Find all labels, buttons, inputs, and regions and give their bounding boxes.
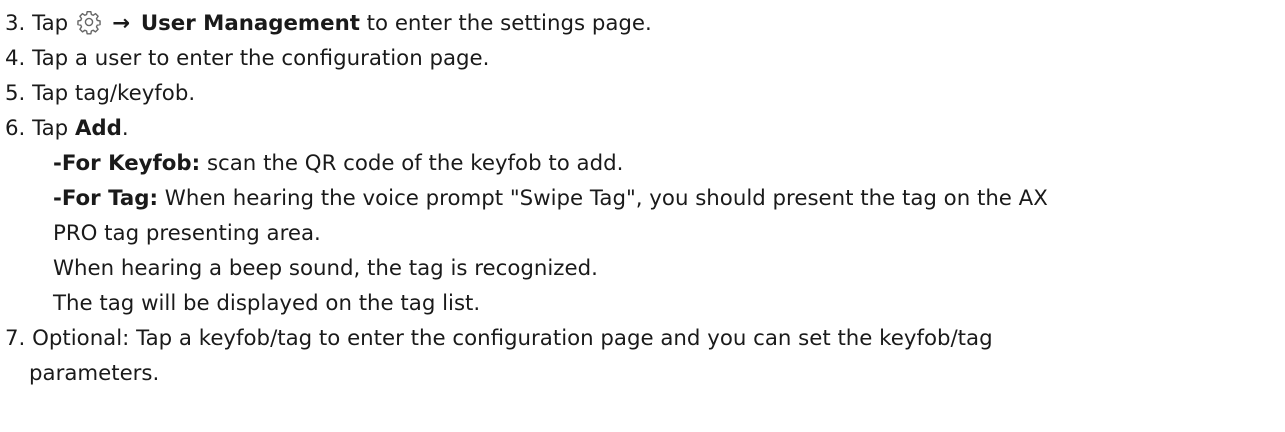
arrow-glyph: → <box>112 11 131 36</box>
step-text-continued: parameters. <box>29 361 160 386</box>
instruction-steps: 3. Tap → User Management to enter the se… <box>5 6 1280 391</box>
step-text-suffix: . <box>121 116 129 141</box>
step-7: 7. Optional: Tap a keyfob/tag to enter t… <box>5 321 1280 356</box>
step-text-prefix: Tap <box>32 116 75 141</box>
gear-icon <box>76 9 102 35</box>
step-text: Optional: Tap a keyfob/tag to enter the … <box>32 326 993 351</box>
add-label: Add <box>74 116 122 141</box>
step-7-continued: parameters. <box>5 356 1280 391</box>
step-text-suffix: to enter the settings page. <box>359 11 652 36</box>
step-number: 3. <box>5 11 26 36</box>
beep-instruction: When hearing a beep sound, the tag is re… <box>5 251 1280 286</box>
step-number: 5. <box>5 81 26 106</box>
step-6: 6. Tap Add. <box>5 111 1280 146</box>
tag-text: When hearing the voice prompt "Swipe Tag… <box>158 186 1048 211</box>
keyfob-instruction: -For Keyfob: scan the QR code of the key… <box>5 146 1280 181</box>
step-4: 4. Tap a user to enter the configuration… <box>5 41 1280 76</box>
step-number: 6. <box>5 116 26 141</box>
tag-list-instruction: The tag will be displayed on the tag lis… <box>5 286 1280 321</box>
keyfob-text: scan the QR code of the keyfob to add. <box>200 151 624 176</box>
tag-list-text: The tag will be displayed on the tag lis… <box>53 291 481 316</box>
step-3: 3. Tap → User Management to enter the se… <box>5 6 1280 41</box>
tag-instruction-continued: PRO tag presenting area. <box>5 216 1280 251</box>
step-text-prefix: Tap <box>32 11 69 36</box>
tag-label: -For Tag: <box>53 186 158 211</box>
menu-path-user-management: User Management <box>140 11 360 36</box>
keyfob-label: -For Keyfob: <box>53 151 201 176</box>
step-5: 5. Tap tag/keyfob. <box>5 76 1280 111</box>
step-text: Tap tag/keyfob. <box>32 81 196 106</box>
step-text: Tap a user to enter the configuration pa… <box>32 46 490 71</box>
beep-text: When hearing a beep sound, the tag is re… <box>53 256 598 281</box>
tag-text-continued: PRO tag presenting area. <box>53 221 321 246</box>
step-number: 7. <box>5 326 26 351</box>
tag-instruction: -For Tag: When hearing the voice prompt … <box>5 181 1280 216</box>
step-number: 4. <box>5 46 26 71</box>
